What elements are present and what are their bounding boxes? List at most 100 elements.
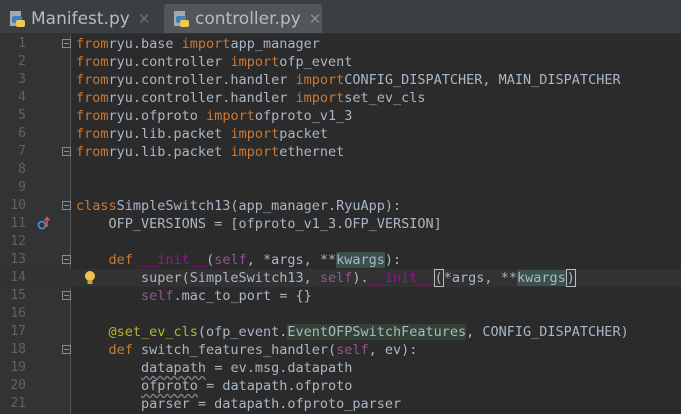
code-line[interactable]: 2 fromryu.controller importofp_event xyxy=(0,53,681,71)
code-text: fromryu.lib.packet importpacket xyxy=(76,125,328,143)
tab-controller[interactable]: controller.py ✕ xyxy=(164,4,322,33)
code-token: self xyxy=(336,342,369,358)
code-token: ryu.controller xyxy=(108,54,231,70)
line-number: 14 xyxy=(10,270,26,285)
code-text: def switch_features_handler(self, ev): xyxy=(76,341,418,359)
line-number: 3 xyxy=(18,72,26,87)
fold-toggle-icon[interactable] xyxy=(62,255,71,264)
code-text: fromryu.base importapp_manager xyxy=(76,35,320,53)
code-editor[interactable]: 1 fromryu.base importapp_manager 2 fromryu.… xyxy=(0,34,681,414)
code-token: SimpleSwitch13(app_manager.RyuApp): xyxy=(116,198,402,214)
code-token: kwargs xyxy=(516,270,566,286)
code-line[interactable]: 20 ofproto = datapath.ofproto xyxy=(0,377,681,395)
code-text: fromryu.controller.handler importCONFIG_… xyxy=(76,71,621,89)
code-token: from xyxy=(76,126,109,142)
tab-label: Manifest.py xyxy=(31,8,130,29)
code-token: packet xyxy=(279,126,328,142)
code-token: ). xyxy=(352,270,369,286)
code-line[interactable]: 4 fromryu.controller.handler importset_ev… xyxy=(0,89,681,107)
code-line[interactable]: 16 xyxy=(0,305,681,323)
fold-toggle-icon[interactable] xyxy=(62,147,71,156)
line-number: 20 xyxy=(10,378,26,393)
fold-toggle-icon[interactable] xyxy=(62,291,71,300)
code-token: ryu.ofproto xyxy=(108,108,207,124)
close-icon[interactable]: ✕ xyxy=(138,10,151,28)
code-token: = datapath.ofproto xyxy=(197,378,353,394)
code-token: import xyxy=(295,90,345,106)
code-line[interactable]: 1 fromryu.base importapp_manager xyxy=(0,35,681,53)
code-token: OFP_VERSIONS = [ofproto_v1_3.OFP_VERSION… xyxy=(76,216,442,232)
code-token: ofproto xyxy=(141,378,198,394)
line-number: 16 xyxy=(10,306,26,321)
code-line[interactable]: 7 fromryu.lib.packet importethernet xyxy=(0,143,681,161)
code-token: super(SimpleSwitch13, xyxy=(76,270,320,286)
code-line[interactable]: 5 fromryu.ofproto importofproto_v1_3 xyxy=(0,107,681,125)
code-line[interactable]: 15 self.mac_to_port = {} xyxy=(0,287,681,305)
code-token: from xyxy=(76,108,109,124)
code-line[interactable]: 9 xyxy=(0,179,681,197)
code-line[interactable]: 19 datapath = ev.msg.datapath xyxy=(0,359,681,377)
code-token: .mac_to_port = {} xyxy=(173,288,312,304)
line-number: 11 xyxy=(10,216,26,231)
code-token: self xyxy=(76,288,174,304)
fold-toggle-icon[interactable] xyxy=(62,345,71,354)
code-line[interactable]: 3 fromryu.controller.handler importCONFIG… xyxy=(0,71,681,89)
editor-tab-bar: Manifest.py ✕ controller.py ✕ xyxy=(0,0,681,34)
line-number: 12 xyxy=(10,234,26,249)
code-line[interactable]: 8 xyxy=(0,161,681,179)
code-token: def xyxy=(76,342,142,358)
python-file-icon xyxy=(172,10,190,28)
code-line[interactable]: 12 xyxy=(0,233,681,251)
line-number: 6 xyxy=(18,126,26,141)
line-number: 9 xyxy=(18,180,26,195)
line-number: 13 xyxy=(10,252,26,267)
code-token: from xyxy=(76,144,109,160)
code-text: fromryu.controller importofp_event xyxy=(76,53,352,71)
code-token: __init__ xyxy=(368,270,434,286)
code-token: class xyxy=(76,198,117,214)
line-number: 2 xyxy=(18,54,26,69)
code-text: fromryu.controller.handler importset_ev_… xyxy=(76,89,426,107)
code-line[interactable]: 6 fromryu.lib.packet importpacket xyxy=(0,125,681,143)
line-number: 17 xyxy=(10,324,26,339)
code-line[interactable]: 13 def __init__(self, *args, **kwargs): xyxy=(0,251,681,269)
code-token: ryu.controller.handler xyxy=(108,90,296,106)
line-number: 1 xyxy=(18,36,26,51)
line-number: 4 xyxy=(18,90,26,105)
code-token: def xyxy=(76,252,142,268)
code-token: ofproto_v1_3 xyxy=(254,108,353,124)
code-token: ) xyxy=(565,269,576,287)
line-number: 15 xyxy=(10,288,26,303)
code-token: ): xyxy=(384,252,402,268)
line-number: 8 xyxy=(18,162,26,177)
tab-manifest[interactable]: Manifest.py ✕ xyxy=(0,4,160,33)
code-token: parser = datapath.ofproto_parser xyxy=(76,396,402,412)
code-token: import xyxy=(230,144,280,160)
code-text: super(SimpleSwitch13, self).__init__(*ar… xyxy=(76,269,576,287)
tab-label: controller.py xyxy=(195,8,301,29)
code-token: import xyxy=(181,36,231,52)
code-line[interactable]: 18 def switch_features_handler(self, ev)… xyxy=(0,341,681,359)
code-line[interactable]: 10 classSimpleSwitch13(app_manager.RyuApp… xyxy=(0,197,681,215)
code-token: (ofp_event. xyxy=(197,324,288,340)
code-token: from xyxy=(76,54,109,70)
code-token: app_manager xyxy=(230,36,320,52)
code-token: ryu.controller.handler xyxy=(108,72,296,88)
code-line[interactable]: 11 OFP_VERSIONS = [ofproto_v1_3.OFP_VERS… xyxy=(0,215,681,233)
code-line[interactable]: 14 super(SimpleSwitch13, self).__init__(… xyxy=(0,269,681,287)
code-token: = ev.msg.datapath xyxy=(206,360,353,376)
code-token: EventOFPSwitchFeatures xyxy=(287,324,467,340)
code-token: self xyxy=(319,270,353,286)
code-line[interactable]: 21 parser = datapath.ofproto_parser xyxy=(0,395,681,413)
fold-toggle-icon[interactable] xyxy=(62,201,71,210)
close-icon[interactable]: ✕ xyxy=(309,10,322,28)
code-text: self.mac_to_port = {} xyxy=(76,287,312,305)
code-text: parser = datapath.ofproto_parser xyxy=(76,395,401,413)
code-token: , ev): xyxy=(368,342,418,358)
code-token: ryu.lib.packet xyxy=(108,144,231,160)
code-token: datapath xyxy=(141,360,207,376)
code-line[interactable]: 17 @set_ev_cls(ofp_event.EventOFPSwitchF… xyxy=(0,323,681,341)
line-number: 18 xyxy=(10,342,26,357)
code-token: kwargs xyxy=(336,252,385,268)
fold-toggle-icon[interactable] xyxy=(62,39,71,48)
